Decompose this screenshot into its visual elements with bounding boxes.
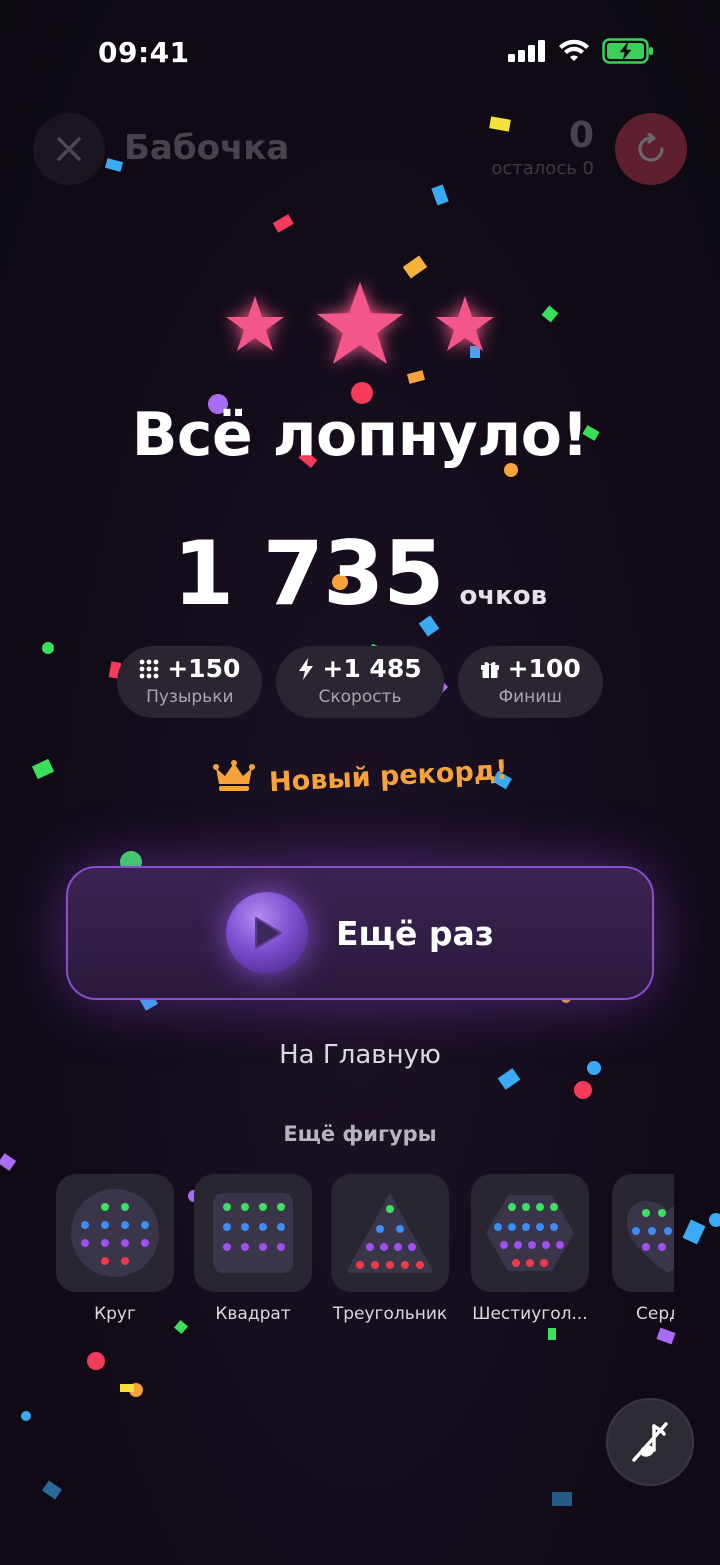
bubbles-counter: 0 осталось 0 bbox=[491, 115, 594, 180]
new-record-text: Новый рекорд! bbox=[267, 754, 509, 798]
home-button[interactable]: На Главную bbox=[0, 1040, 720, 1070]
battery-charging-icon bbox=[602, 38, 653, 64]
status-time: 09:41 bbox=[98, 36, 190, 69]
close-button[interactable] bbox=[33, 113, 105, 185]
rating-stars bbox=[226, 282, 494, 364]
play-icon bbox=[226, 892, 309, 974]
bonus-chips: +150 Пузырьки +1 485 Скорость +100 Финиш bbox=[0, 646, 720, 718]
restart-button[interactable] bbox=[615, 113, 687, 185]
lightning-icon bbox=[299, 657, 314, 680]
hexagon-shape-icon bbox=[486, 1195, 574, 1271]
gift-icon bbox=[480, 661, 499, 678]
level-title: Бабочка bbox=[124, 128, 290, 168]
status-icons bbox=[508, 38, 654, 64]
bonus-chip-speed: +1 485 Скорость bbox=[276, 646, 444, 718]
bonus-label: Пузырьки bbox=[146, 687, 234, 707]
shape-label: Шестиугол... bbox=[472, 1304, 588, 1324]
score: 1 735 очков bbox=[0, 522, 720, 625]
shape-label: Треугольник bbox=[332, 1304, 448, 1324]
shape-label: Квадрат bbox=[215, 1304, 291, 1324]
more-shapes-list[interactable]: Круг Квадрат Треугольник Шестиугол... Се… bbox=[0, 1174, 720, 1324]
close-icon bbox=[57, 137, 81, 161]
star-icon bbox=[317, 282, 403, 364]
score-unit: очков bbox=[459, 581, 548, 611]
heart-shape-icon bbox=[627, 1201, 674, 1273]
bonus-label: Финиш bbox=[498, 687, 562, 707]
result-headline: Всё лопнуло! bbox=[131, 400, 589, 470]
play-again-button[interactable]: Ещё раз bbox=[66, 866, 654, 1000]
bonus-value: +1 485 bbox=[322, 654, 422, 683]
restart-icon bbox=[638, 133, 664, 162]
wifi-icon bbox=[559, 39, 589, 61]
shape-card-hexagon[interactable]: Шестиугол... bbox=[471, 1174, 589, 1324]
circle-shape-icon bbox=[71, 1189, 159, 1277]
dots-grid-icon bbox=[139, 659, 159, 678]
counter-label: осталось 0 bbox=[491, 158, 594, 179]
counter-value: 0 bbox=[568, 115, 594, 156]
shape-card-heart[interactable]: Серд bbox=[612, 1174, 674, 1324]
cellular-signal-icon bbox=[508, 40, 545, 62]
shape-label: Круг bbox=[94, 1304, 136, 1324]
shape-preview bbox=[194, 1174, 312, 1292]
triangle-shape-icon bbox=[347, 1193, 433, 1273]
shape-label: Серд bbox=[636, 1304, 674, 1324]
new-record-badge: Новый рекорд! bbox=[0, 754, 720, 798]
shape-preview bbox=[612, 1174, 674, 1292]
music-muted-icon bbox=[632, 1422, 668, 1462]
crown-icon bbox=[212, 760, 255, 791]
bonus-value: +150 bbox=[167, 654, 241, 683]
shape-preview bbox=[471, 1174, 589, 1292]
bonus-chip-bubbles: +150 Пузырьки bbox=[117, 646, 263, 718]
star-icon bbox=[436, 296, 494, 351]
shape-card-circle[interactable]: Круг bbox=[56, 1174, 174, 1324]
bonus-chip-finish: +100 Финиш bbox=[457, 646, 603, 718]
square-shape-icon bbox=[213, 1193, 293, 1273]
shape-card-triangle[interactable]: Треугольник bbox=[331, 1174, 449, 1324]
sound-toggle-button[interactable] bbox=[606, 1398, 694, 1486]
play-again-label: Ещё раз bbox=[336, 913, 494, 953]
shape-card-square[interactable]: Квадрат bbox=[194, 1174, 312, 1324]
shape-preview bbox=[331, 1174, 449, 1292]
bonus-value: +100 bbox=[507, 654, 581, 683]
more-shapes-title: Ещё фигуры bbox=[283, 1122, 437, 1146]
star-icon bbox=[226, 296, 284, 351]
shape-preview bbox=[56, 1174, 174, 1292]
score-value: 1 735 bbox=[172, 522, 445, 625]
bonus-label: Скорость bbox=[318, 687, 402, 707]
